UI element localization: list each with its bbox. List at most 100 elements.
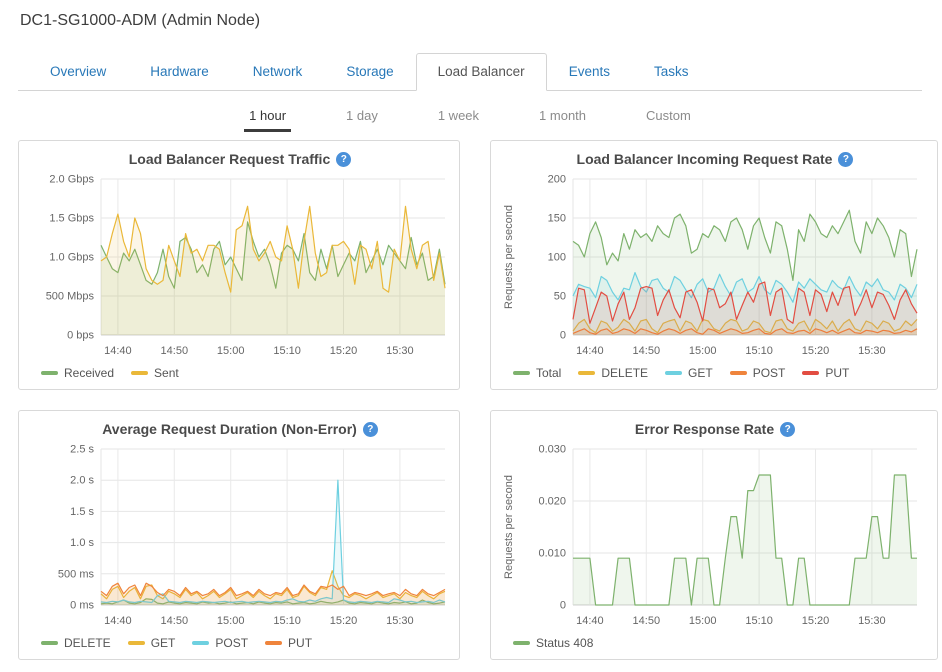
legend-swatch <box>41 371 58 375</box>
y-tick-label: 0 <box>560 330 566 342</box>
y-tick-label: 2.0 Gbps <box>49 174 94 186</box>
legend-item-get: GET <box>665 366 713 380</box>
x-tick-label: 14:50 <box>161 345 189 357</box>
legend-label: GET <box>151 636 176 650</box>
legend-swatch <box>41 641 58 645</box>
y-tick-label: 1.0 Gbps <box>49 252 94 264</box>
panel-title: Average Request Duration (Non-Error) <box>102 421 357 437</box>
x-tick-label: 14:50 <box>633 615 661 627</box>
incoming-request-rate-chart[interactable]: 05010015020014:4014:5015:0015:1015:2015:… <box>499 171 931 363</box>
legend-label: DELETE <box>601 366 648 380</box>
time-range-1-hour[interactable]: 1 hour <box>244 106 291 132</box>
legend-item-status-408: Status 408 <box>513 636 593 650</box>
y-tick-label: 2.5 s <box>70 444 94 456</box>
x-tick-label: 15:00 <box>217 615 245 627</box>
x-tick-label: 15:10 <box>273 615 301 627</box>
legend-item-delete: DELETE <box>578 366 648 380</box>
legend-item-post: POST <box>730 366 786 380</box>
legend-item-post: POST <box>192 636 248 650</box>
legend-swatch <box>131 371 148 375</box>
y-tick-label: 2.0 s <box>70 475 94 487</box>
legend-label: Status 408 <box>536 636 593 650</box>
y-tick-label: 0.020 <box>538 496 566 508</box>
y-tick-label: 50 <box>554 291 566 303</box>
x-tick-label: 14:50 <box>161 615 189 627</box>
legend-swatch <box>513 641 530 645</box>
time-range-1-month[interactable]: 1 month <box>534 106 591 132</box>
x-tick-label: 15:30 <box>858 345 886 357</box>
x-tick-label: 15:30 <box>858 615 886 627</box>
x-tick-label: 15:10 <box>273 345 301 357</box>
time-range-custom[interactable]: Custom <box>641 106 696 132</box>
x-tick-label: 14:50 <box>633 345 661 357</box>
tab-storage[interactable]: Storage <box>324 53 415 91</box>
legend-label: PUT <box>825 366 849 380</box>
page-title: DC1-SG1000-ADM (Admin Node) <box>20 12 922 30</box>
legend-swatch <box>578 371 595 375</box>
panel-average-request-duration: Average Request Duration (Non-Error)? 0 … <box>18 410 460 660</box>
time-range-1-day[interactable]: 1 day <box>341 106 383 132</box>
panel-load-balancer-request-traffic: Load Balancer Request Traffic? 0 bps500 … <box>18 140 460 390</box>
x-tick-label: 15:10 <box>745 615 773 627</box>
legend-swatch <box>128 641 145 645</box>
request-duration-chart[interactable]: 0 ms500 ms1.0 s1.5 s2.0 s2.5 s14:4014:50… <box>27 441 453 633</box>
y-tick-label: 1.0 s <box>70 537 94 549</box>
x-tick-label: 15:20 <box>330 615 358 627</box>
error-response-rate-chart[interactable]: 00.0100.0200.03014:4014:5015:0015:1015:2… <box>499 441 931 633</box>
legend-item-received: Received <box>41 366 114 380</box>
tab-events[interactable]: Events <box>547 53 632 91</box>
tab-tasks[interactable]: Tasks <box>632 53 711 91</box>
y-axis-label: Requests per second <box>503 475 515 579</box>
y-axis-label: Requests per second <box>503 205 515 309</box>
legend-swatch <box>802 371 819 375</box>
x-tick-label: 15:10 <box>745 345 773 357</box>
y-tick-label: 100 <box>548 252 566 264</box>
x-tick-label: 15:00 <box>217 345 245 357</box>
request-traffic-chart[interactable]: 0 bps500 Mbps1.0 Gbps1.5 Gbps2.0 Gbps14:… <box>27 171 453 363</box>
x-tick-label: 15:00 <box>689 615 717 627</box>
x-tick-label: 15:30 <box>386 345 414 357</box>
time-range-1-week[interactable]: 1 week <box>433 106 484 132</box>
panel-title: Error Response Rate <box>635 421 774 437</box>
chart-svg: 00.0100.0200.03014:4014:5015:0015:1015:2… <box>499 441 925 633</box>
y-tick-label: 500 Mbps <box>46 291 95 303</box>
tab-bar: Overview Hardware Network Storage Load B… <box>18 53 922 91</box>
legend-label: PUT <box>288 636 312 650</box>
panel-title: Load Balancer Incoming Request Rate <box>577 151 833 167</box>
incoming-request-rate-legend: TotalDELETEGETPOSTPUT <box>499 363 931 380</box>
tab-overview[interactable]: Overview <box>28 53 128 91</box>
y-tick-label: 150 <box>548 213 566 225</box>
legend-label: Received <box>64 366 114 380</box>
tab-network[interactable]: Network <box>231 53 325 91</box>
legend-label: Sent <box>154 366 179 380</box>
panel-title-row: Load Balancer Incoming Request Rate? <box>499 151 931 169</box>
y-tick-label: 0.010 <box>538 548 566 560</box>
help-icon[interactable]: ? <box>780 422 795 437</box>
y-tick-label: 0 ms <box>70 600 94 612</box>
charts-grid: Load Balancer Request Traffic? 0 bps500 … <box>18 140 922 660</box>
x-tick-label: 15:30 <box>386 615 414 627</box>
time-range-selector: 1 hour 1 day 1 week 1 month Custom <box>18 106 922 132</box>
y-tick-label: 500 ms <box>58 568 95 580</box>
y-tick-label: 0 <box>560 600 566 612</box>
tab-hardware[interactable]: Hardware <box>128 53 231 91</box>
chart-svg: 0 bps500 Mbps1.0 Gbps1.5 Gbps2.0 Gbps14:… <box>27 171 453 363</box>
y-tick-label: 0.030 <box>538 444 566 456</box>
help-icon[interactable]: ? <box>363 422 378 437</box>
x-tick-label: 15:20 <box>802 615 830 627</box>
tab-load-balancer[interactable]: Load Balancer <box>416 53 547 91</box>
help-icon[interactable]: ? <box>838 152 853 167</box>
legend-swatch <box>192 641 209 645</box>
chart-svg: 05010015020014:4014:5015:0015:1015:2015:… <box>499 171 925 363</box>
x-tick-label: 14:40 <box>104 345 132 357</box>
panel-title-row: Error Response Rate? <box>499 421 931 439</box>
x-tick-label: 15:20 <box>802 345 830 357</box>
legend-swatch <box>513 371 530 375</box>
legend-item-put: PUT <box>265 636 312 650</box>
legend-label: POST <box>753 366 786 380</box>
legend-swatch <box>665 371 682 375</box>
panel-load-balancer-incoming-request-rate: Load Balancer Incoming Request Rate? 0 50… <box>490 140 938 390</box>
legend-swatch <box>265 641 282 645</box>
help-icon[interactable]: ? <box>336 152 351 167</box>
y-tick-label: 0 bps <box>67 330 94 342</box>
